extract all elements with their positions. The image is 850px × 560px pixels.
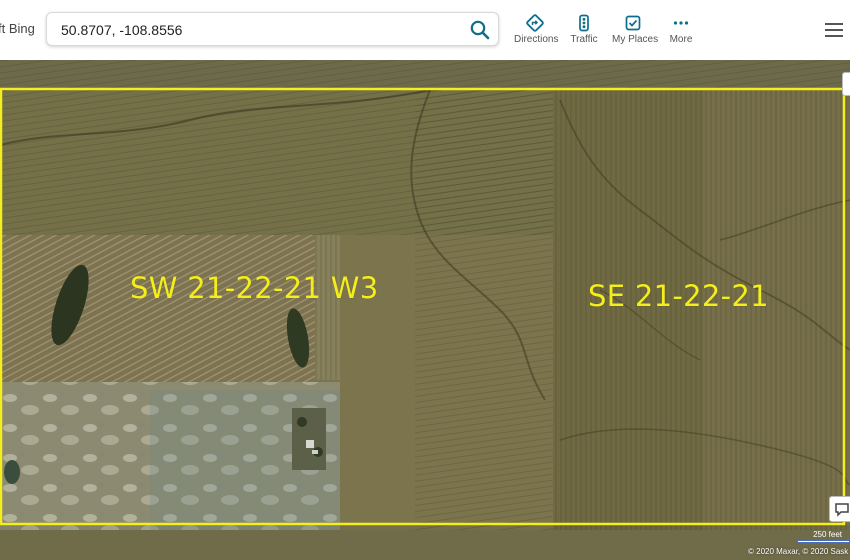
copyright-text: © 2020 Maxar, © 2020 Sask <box>748 547 849 556</box>
nav-my-places-label: My Places <box>612 34 659 45</box>
scale-text: 250 feet <box>813 530 842 539</box>
nav-more[interactable]: More <box>668 14 694 50</box>
parcel-label-sw: SW 21-22-21 W3 <box>130 271 379 305</box>
nav-my-places[interactable]: My Places <box>612 14 659 50</box>
search-box <box>46 12 499 46</box>
brand-logo-text[interactable]: ft Bing <box>0 21 35 36</box>
scale-bar-line <box>797 540 850 543</box>
directions-icon <box>526 14 544 32</box>
search-icon[interactable] <box>469 19 491 41</box>
nav-more-label: More <box>669 34 693 45</box>
nav-directions-label: Directions <box>514 34 559 45</box>
nav-directions[interactable]: Directions <box>514 14 559 50</box>
hamburger-menu-icon[interactable] <box>824 22 844 38</box>
map-canvas[interactable]: SW 21-22-21 W3 SE 21-22-21 250 feet © 20… <box>0 60 850 560</box>
traffic-icon <box>579 14 589 32</box>
feedback-icon[interactable] <box>829 496 850 522</box>
scale-bar: 250 feet <box>797 530 850 543</box>
nav-traffic[interactable]: Traffic <box>569 14 599 50</box>
parcel-label-se: SE 21-22-21 <box>588 279 769 313</box>
nav-traffic-label: Traffic <box>570 34 598 45</box>
search-input[interactable] <box>61 21 451 39</box>
my-places-icon <box>625 15 641 31</box>
top-bar: ft Bing Directions Traffic My <box>0 0 850 60</box>
more-icon <box>673 21 689 25</box>
map-side-control[interactable] <box>842 72 850 96</box>
